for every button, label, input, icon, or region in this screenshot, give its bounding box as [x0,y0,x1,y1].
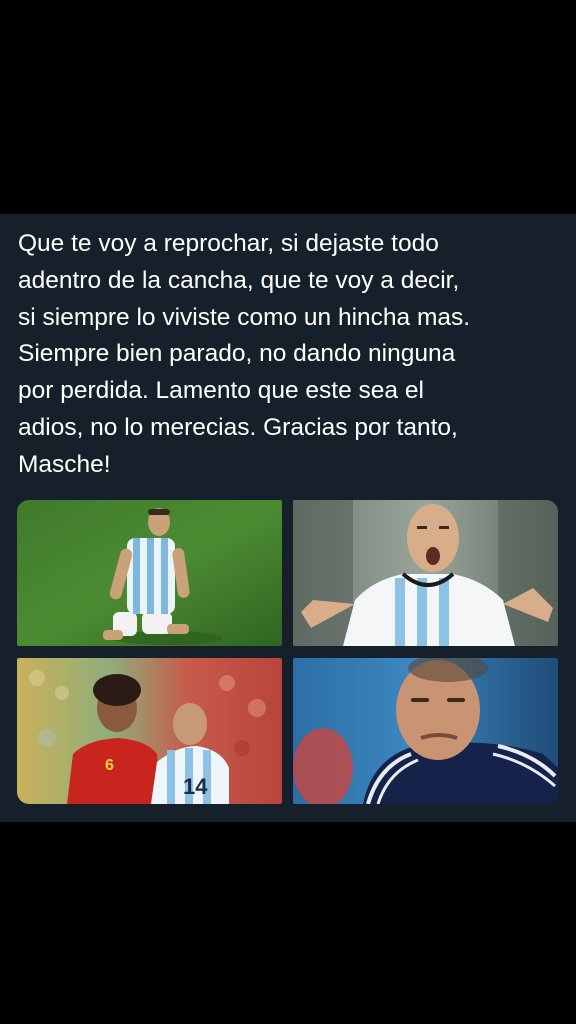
red-jersey-number: 6 [105,757,114,774]
photo-player-shouting-pointing[interactable] [293,500,558,646]
tweet-text: Que te voy a reprochar, si dejaste todo … [18,230,471,478]
tweet-card: Que te voy a reprochar, si dejaste todo … [0,214,576,822]
photo-players-red-and-blue-jerseys[interactable]: 6 14 [17,658,282,804]
photo-player-kneeling-on-pitch[interactable] [17,500,282,646]
photo-grid: 6 14 [17,500,558,804]
white-jersey-number: 14 [183,774,208,799]
photo-player-crying-closeup[interactable] [293,658,558,804]
